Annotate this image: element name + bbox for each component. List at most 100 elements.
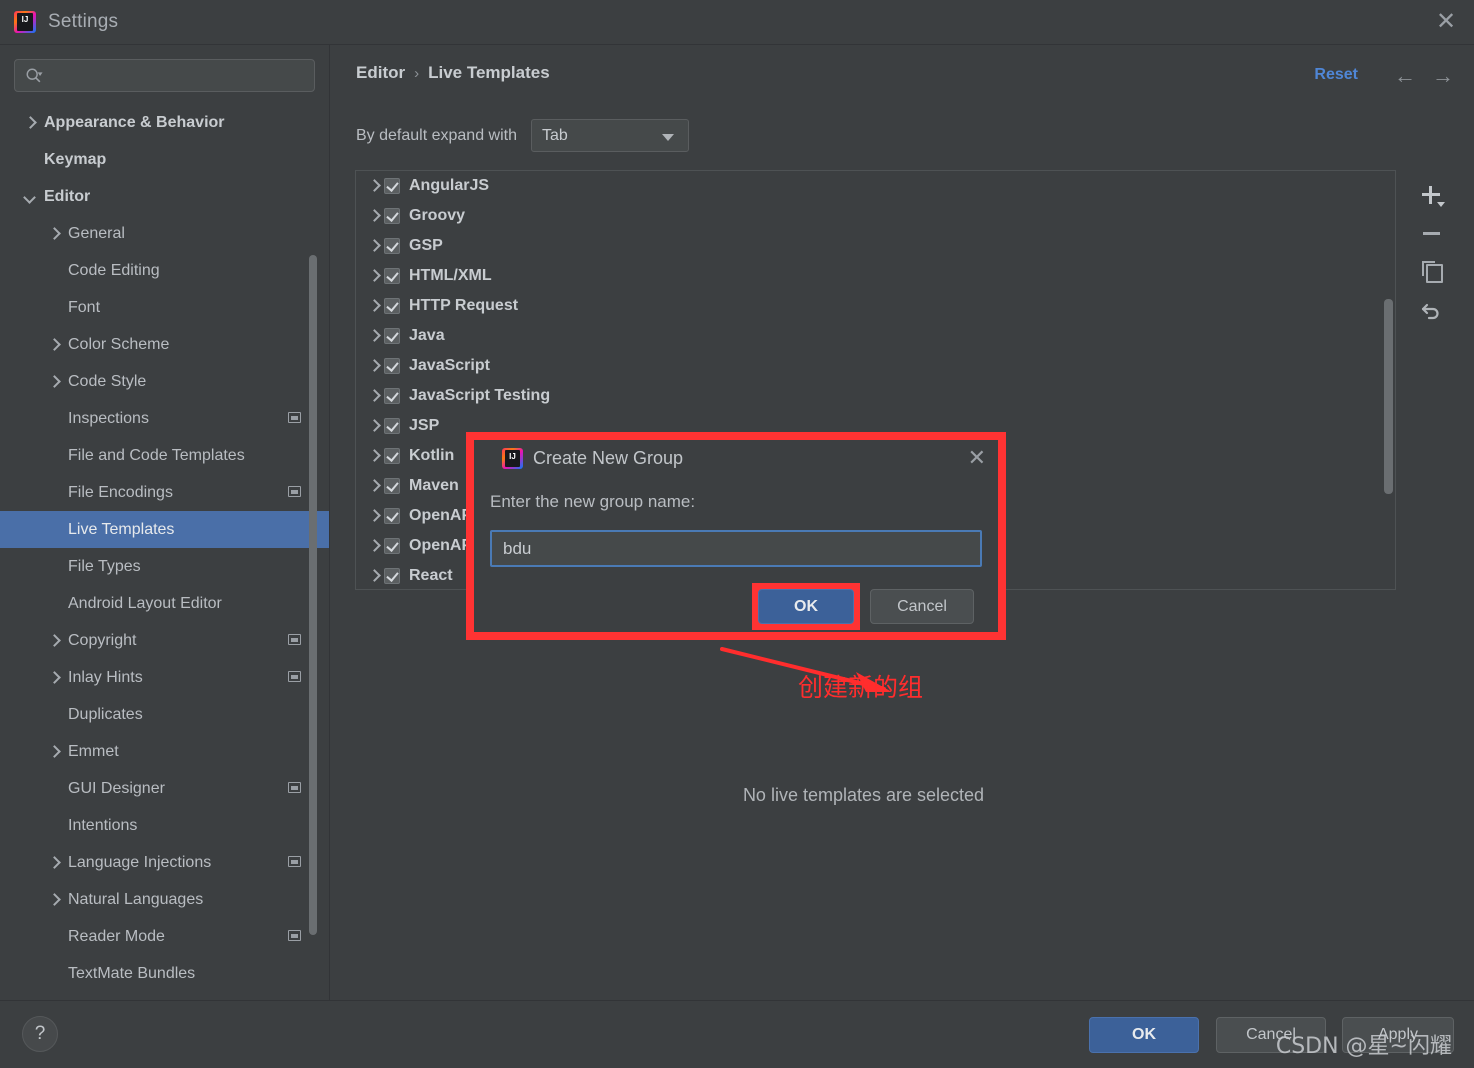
sidebar-item-code-style[interactable]: Code Style — [0, 363, 329, 400]
dialog-cancel-button[interactable]: Cancel — [870, 589, 974, 624]
template-group-label: JavaScript Testing — [409, 387, 551, 404]
template-group-row[interactable]: Java — [356, 321, 1395, 351]
group-checkbox[interactable] — [384, 238, 400, 254]
sidebar-item-general[interactable]: General — [0, 215, 329, 252]
sidebar-scrollbar-thumb[interactable] — [309, 255, 317, 935]
group-checkbox[interactable] — [384, 328, 400, 344]
sidebar-item-file-and-code-templates[interactable]: File and Code Templates — [0, 437, 329, 474]
template-group-row[interactable]: Groovy — [356, 201, 1395, 231]
sidebar-item-gui-designer[interactable]: GUI Designer — [0, 770, 329, 807]
sidebar-scrollbar-track[interactable] — [309, 150, 323, 935]
search-input[interactable] — [51, 60, 306, 91]
duplicate-icon[interactable] — [1416, 256, 1446, 286]
sidebar-item-file-types[interactable]: File Types — [0, 548, 329, 585]
group-checkbox[interactable] — [384, 268, 400, 284]
group-checkbox[interactable] — [384, 388, 400, 404]
sidebar-item-font[interactable]: Font — [0, 289, 329, 326]
sidebar-item-intentions[interactable]: Intentions — [0, 807, 329, 844]
footer-ok-button[interactable]: OK — [1089, 1017, 1199, 1053]
group-checkbox[interactable] — [384, 538, 400, 554]
expand-with-select[interactable]: Tab — [531, 119, 689, 152]
group-checkbox[interactable] — [384, 448, 400, 464]
search-box[interactable] — [14, 59, 315, 92]
template-group-row[interactable]: GSP — [356, 231, 1395, 261]
chevron-right-icon[interactable] — [366, 298, 384, 314]
reset-link[interactable]: Reset — [1314, 66, 1358, 84]
sidebar-item-textmate-bundles[interactable]: TextMate Bundles — [0, 955, 329, 992]
chevron-right-icon[interactable] — [366, 208, 384, 224]
template-group-row[interactable]: AngularJS — [356, 171, 1395, 201]
settings-sidebar: Appearance & Behavior Keymap Editor General… — [0, 45, 330, 1000]
revert-icon[interactable] — [1416, 294, 1446, 324]
sidebar-item-copyright[interactable]: Copyright — [0, 622, 329, 659]
sidebar-item-reader-mode[interactable]: Reader Mode — [0, 918, 329, 955]
chevron-right-icon[interactable] — [46, 374, 62, 390]
sidebar-item-live-templates[interactable]: Live Templates — [0, 511, 329, 548]
group-checkbox[interactable] — [384, 298, 400, 314]
group-checkbox[interactable] — [384, 418, 400, 434]
group-checkbox[interactable] — [384, 478, 400, 494]
group-checkbox[interactable] — [384, 568, 400, 584]
dialog-ok-button[interactable]: OK — [758, 589, 854, 624]
chevron-right-icon[interactable] — [366, 238, 384, 254]
sidebar-item-label: Keymap — [44, 150, 107, 168]
chevron-right-icon[interactable] — [366, 478, 384, 494]
help-button[interactable]: ? — [22, 1016, 58, 1052]
close-icon[interactable]: ✕ — [1418, 0, 1474, 44]
back-arrow-icon[interactable]: ← — [1394, 65, 1416, 87]
list-scrollbar-thumb[interactable] — [1384, 299, 1393, 494]
chevron-right-icon[interactable] — [366, 358, 384, 374]
chevron-right-icon[interactable] — [366, 538, 384, 554]
template-group-row[interactable]: JavaScript Testing — [356, 381, 1395, 411]
sidebar-item-appearance-behavior[interactable]: Appearance & Behavior — [0, 104, 329, 141]
sidebar-item-inlay-hints[interactable]: Inlay Hints — [0, 659, 329, 696]
chevron-down-icon[interactable] — [22, 189, 38, 205]
dialog-close-icon[interactable]: ✕ — [968, 447, 986, 469]
sidebar-item-language-injections[interactable]: Language Injections — [0, 844, 329, 881]
chevron-right-icon[interactable] — [46, 744, 62, 760]
chevron-right-icon[interactable] — [46, 226, 62, 242]
sidebar-item-label: Editor — [44, 187, 91, 205]
group-checkbox[interactable] — [384, 358, 400, 374]
chevron-right-icon[interactable] — [46, 855, 62, 871]
chevron-right-icon[interactable] — [366, 268, 384, 284]
chevron-right-icon[interactable] — [366, 328, 384, 344]
breadcrumb-parent[interactable]: Editor — [356, 63, 405, 83]
chevron-right-icon[interactable] — [46, 892, 62, 908]
sidebar-item-color-scheme[interactable]: Color Scheme — [0, 326, 329, 363]
chevron-right-icon[interactable] — [366, 178, 384, 194]
sidebar-item-editor[interactable]: Editor — [0, 178, 329, 215]
template-group-row[interactable]: HTTP Request — [356, 291, 1395, 321]
sidebar-item-duplicates[interactable]: Duplicates — [0, 696, 329, 733]
footer-cancel-button[interactable]: Cancel — [1216, 1017, 1326, 1053]
sidebar-item-file-encodings[interactable]: File Encodings — [0, 474, 329, 511]
chevron-right-icon[interactable] — [366, 388, 384, 404]
chevron-right-icon[interactable] — [366, 448, 384, 464]
sidebar-item-keymap[interactable]: Keymap — [0, 141, 329, 178]
group-checkbox[interactable] — [384, 508, 400, 524]
chevron-right-icon[interactable] — [46, 670, 62, 686]
chevron-right-icon[interactable] — [46, 337, 62, 353]
sidebar-item-natural-languages[interactable]: Natural Languages — [0, 881, 329, 918]
chevron-right-icon[interactable] — [22, 115, 38, 131]
chevron-right-icon[interactable] — [366, 568, 384, 584]
chevron-right-icon[interactable] — [46, 633, 62, 649]
sidebar-item-inspections[interactable]: Inspections — [0, 400, 329, 437]
template-group-label: JSP — [409, 417, 440, 434]
group-name-input[interactable] — [490, 530, 982, 567]
remove-icon[interactable] — [1416, 218, 1446, 248]
footer-apply-button[interactable]: Apply — [1342, 1017, 1454, 1053]
template-group-row[interactable]: HTML/XML — [356, 261, 1395, 291]
group-checkbox[interactable] — [384, 208, 400, 224]
add-icon[interactable] — [1416, 180, 1446, 210]
sidebar-item-emmet[interactable]: Emmet — [0, 733, 329, 770]
group-checkbox[interactable] — [384, 178, 400, 194]
template-group-row[interactable]: JavaScript — [356, 351, 1395, 381]
configurable-badge-icon — [288, 782, 301, 793]
chevron-right-icon[interactable] — [366, 508, 384, 524]
sidebar-item-code-editing[interactable]: Code Editing — [0, 252, 329, 289]
forward-arrow-icon[interactable]: → — [1432, 65, 1454, 87]
chevron-right-icon[interactable] — [366, 418, 384, 434]
sidebar-search-wrap — [0, 45, 329, 102]
sidebar-item-android-layout-editor[interactable]: Android Layout Editor — [0, 585, 329, 622]
